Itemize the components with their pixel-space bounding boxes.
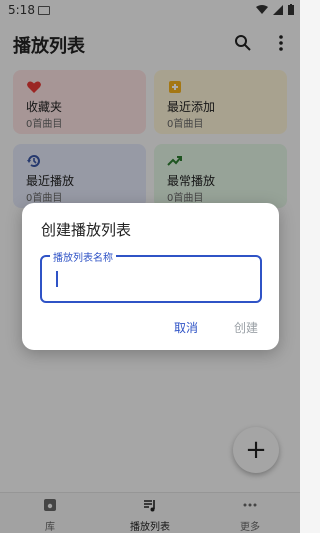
text-cursor [56,271,58,287]
create-button[interactable]: 创建 [234,319,258,336]
dialog-title: 创建播放列表 [41,221,132,239]
cancel-button[interactable]: 取消 [174,319,198,336]
field-label: 播放列表名称 [50,249,116,264]
create-playlist-dialog: 创建播放列表 播放列表名称 取消 创建 [22,203,279,350]
